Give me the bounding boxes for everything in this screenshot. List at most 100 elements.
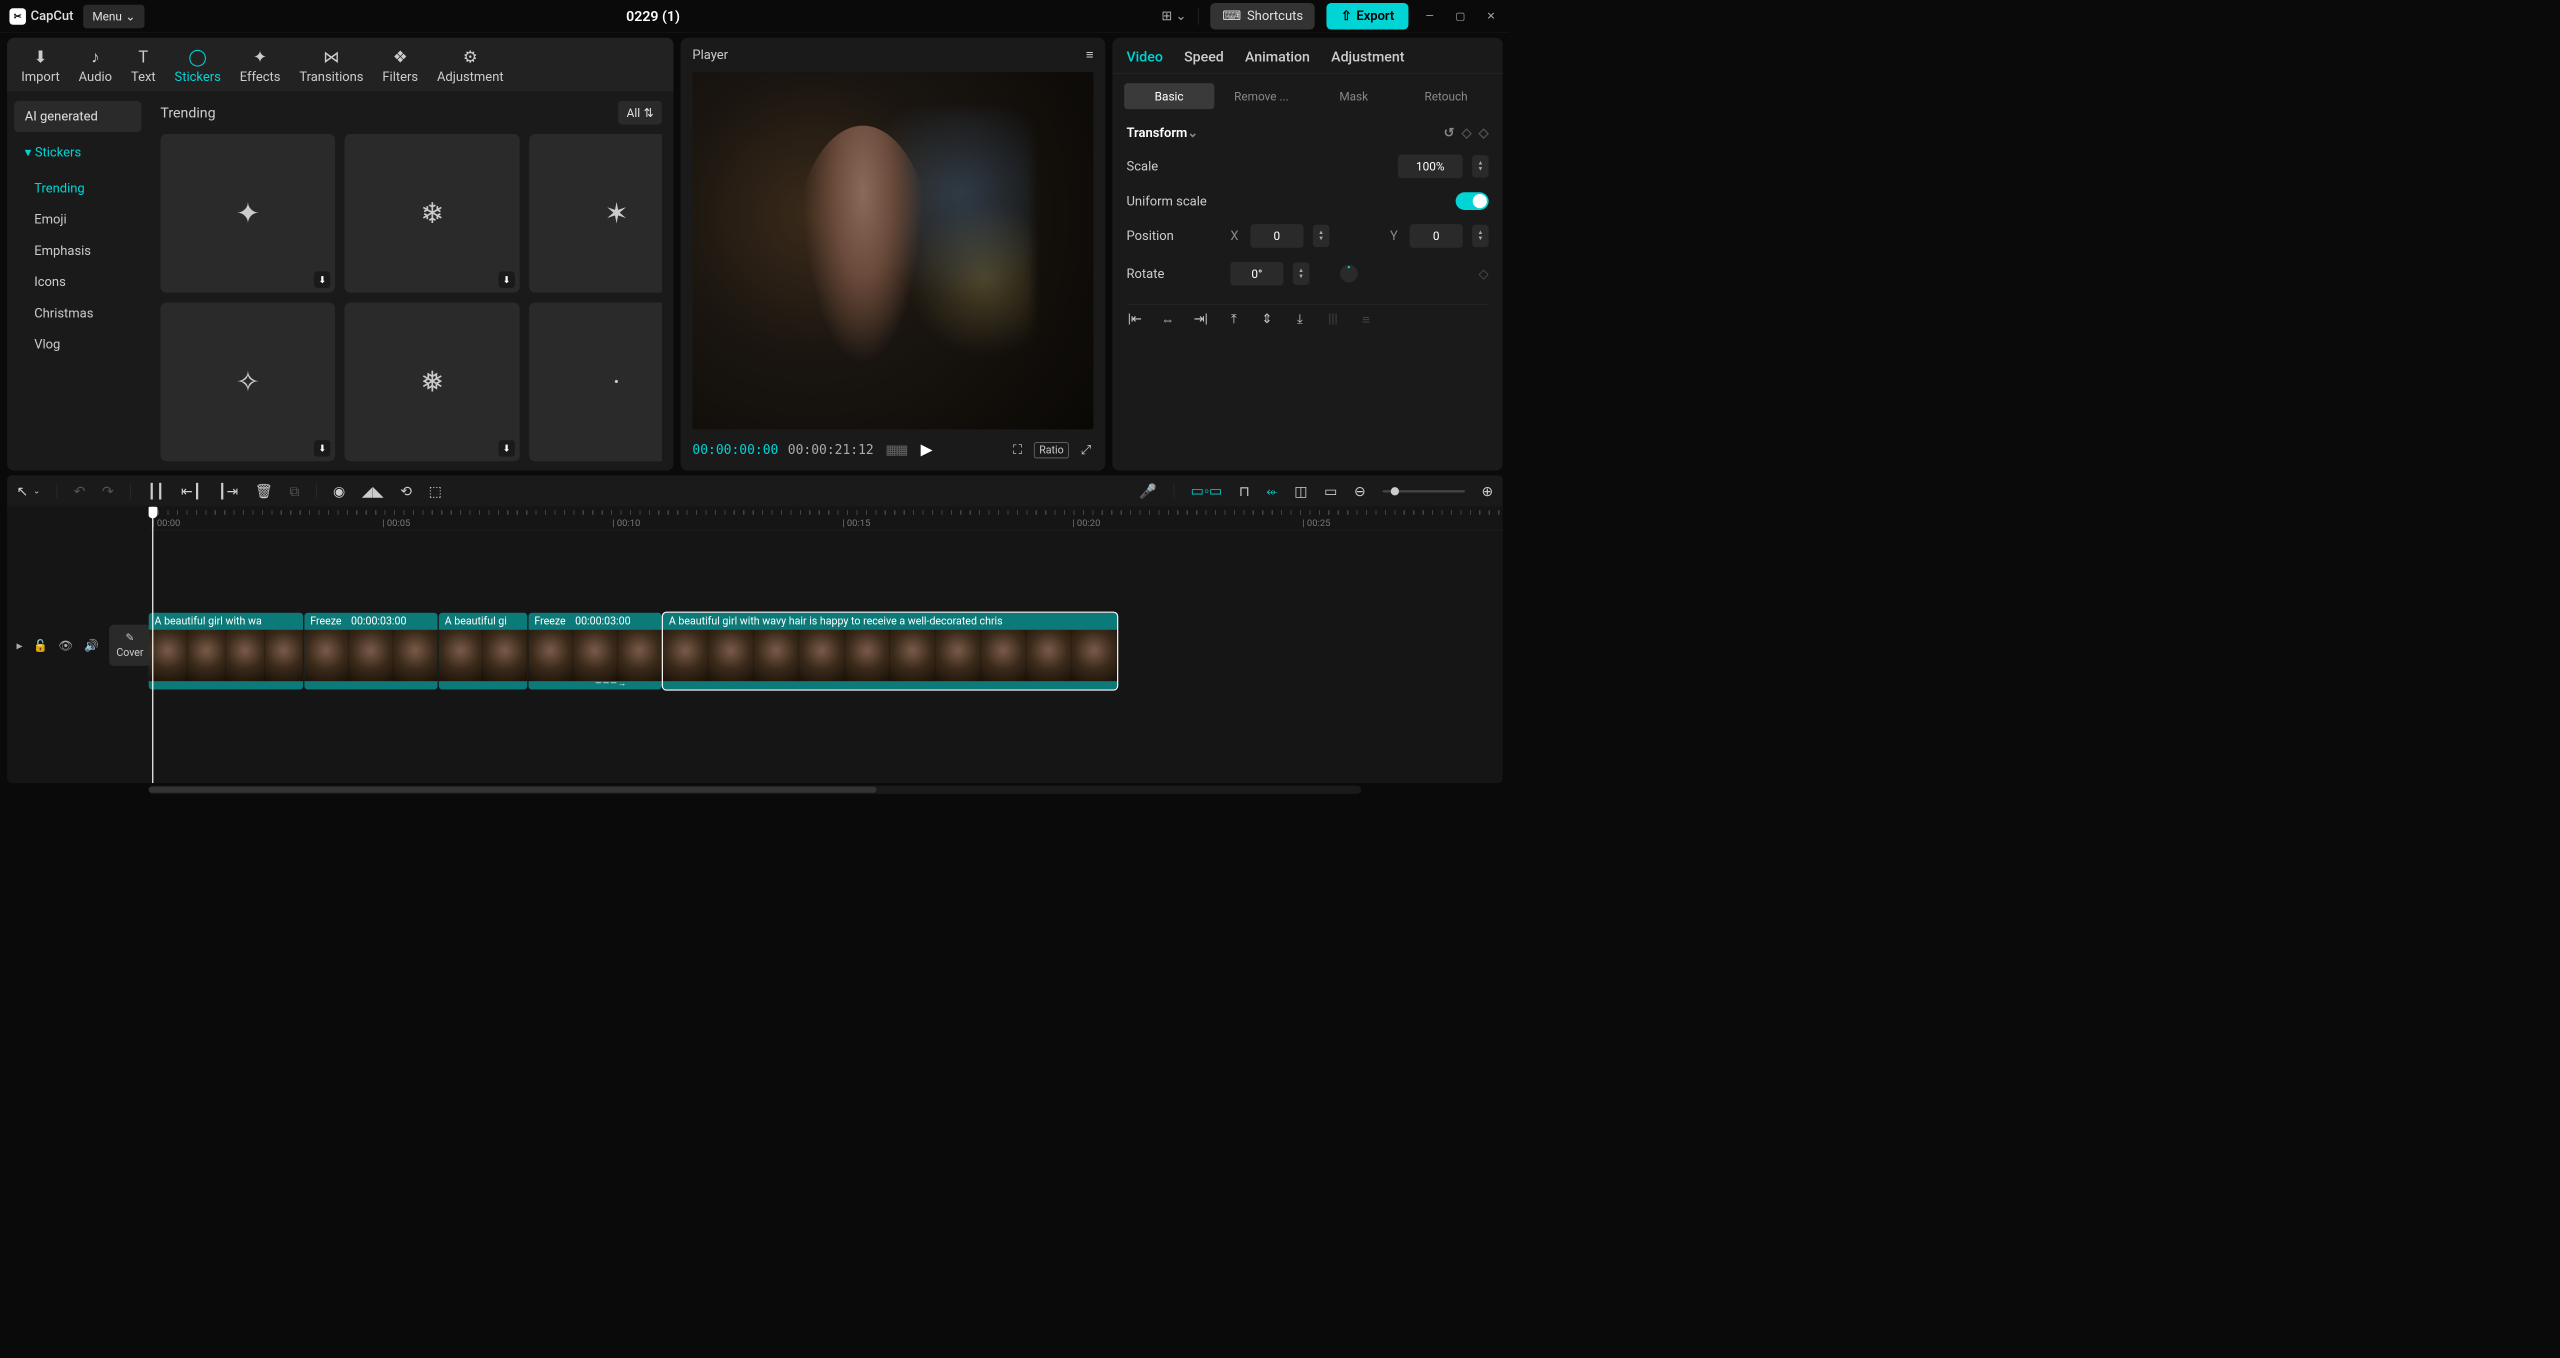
sidebar-item-trending[interactable]: Trending — [14, 173, 141, 204]
magnet-toggle[interactable]: ⊓ — [1239, 483, 1250, 500]
sticker-item[interactable]: ✦⬇ — [160, 134, 335, 293]
copy-tool[interactable]: ⧉ — [289, 483, 299, 500]
marker-tool[interactable]: ▭ — [1324, 483, 1337, 500]
video-track[interactable]: A beautiful girl with wa Freeze00:00:03:0… — [149, 613, 1503, 690]
sidebar-item-emoji[interactable]: Emoji — [14, 204, 141, 235]
sub-tab-mask[interactable]: Mask — [1309, 83, 1399, 109]
keyframe-prev-icon[interactable]: ◇ — [1462, 126, 1472, 141]
align-bottom-icon[interactable]: ⤓ — [1292, 312, 1309, 327]
zoom-in-button[interactable]: ⊕ — [1482, 483, 1494, 500]
rotate-dial[interactable] — [1340, 265, 1358, 283]
cursor-dropdown-icon[interactable]: ⌄ — [33, 486, 40, 495]
download-icon[interactable]: ⬇ — [314, 272, 331, 289]
align-center-v-icon[interactable]: ⇕ — [1259, 312, 1276, 327]
property-tab-adjustment[interactable]: Adjustment — [1331, 48, 1404, 65]
close-button[interactable]: ✕ — [1482, 7, 1501, 26]
timeline-clip[interactable]: A beautiful girl with wa — [149, 613, 304, 690]
player-menu-icon[interactable]: ≡ — [1086, 47, 1094, 62]
tab-adjustment[interactable]: ⚙Adjustment — [437, 47, 504, 84]
undo-button[interactable]: ↶ — [74, 483, 86, 500]
timeline-tracks[interactable]: | 00:00| 00:05| 00:10| 00:15| 00:20| 00:… — [149, 507, 1503, 784]
sidebar-item-emphasis[interactable]: Emphasis — [14, 235, 141, 266]
align-center-h-icon[interactable]: ⇔ — [1160, 312, 1177, 327]
tab-filters[interactable]: ❖Filters — [382, 47, 418, 84]
align-top-icon[interactable]: ⤒ — [1226, 312, 1243, 327]
sidebar-item-christmas[interactable]: Christmas — [14, 298, 141, 329]
sidebar-parent-stickers[interactable]: ▾ Stickers — [14, 137, 141, 168]
position-y-input[interactable] — [1410, 224, 1463, 248]
lock-icon[interactable]: 🔓 — [33, 638, 48, 652]
sticker-item[interactable]: ✶⬇ — [529, 134, 662, 293]
grid-view-icon[interactable]: ▦▦ — [883, 440, 909, 459]
crop-tool[interactable]: ⬚ — [429, 483, 442, 500]
shortcuts-button[interactable]: ⌨ Shortcuts — [1211, 3, 1315, 30]
sticker-item[interactable]: ·⬇ — [529, 302, 662, 461]
sticker-item[interactable]: ❄⬇ — [345, 134, 520, 293]
sticker-item[interactable]: ❅⬇ — [345, 302, 520, 461]
zoom-out-button[interactable]: ⊖ — [1354, 483, 1366, 500]
property-tab-speed[interactable]: Speed — [1184, 48, 1224, 65]
rotate-stepper[interactable]: ▲▼ — [1293, 262, 1310, 284]
preview-toggle[interactable]: ◫ — [1294, 483, 1307, 500]
sub-tab-remove[interactable]: Remove ... — [1216, 83, 1306, 109]
mic-icon[interactable]: 🎤 — [1139, 483, 1157, 500]
download-icon[interactable]: ⬇ — [498, 272, 515, 289]
align-right-icon[interactable]: ⇥| — [1193, 312, 1210, 327]
align-left-icon[interactable]: |⇤ — [1127, 312, 1144, 327]
tab-effects[interactable]: ✦Effects — [240, 47, 281, 84]
transform-header[interactable]: Transform ⌄ ↺ ◇ ◇ — [1127, 126, 1489, 141]
cursor-tool[interactable]: ↖ — [17, 483, 29, 500]
scan-icon[interactable]: ⛶ — [1011, 440, 1025, 459]
mirror-tool[interactable]: ◢◣ — [362, 483, 384, 500]
keyframe-next-icon[interactable]: ◇ — [1479, 126, 1489, 141]
rotate-tool[interactable]: ⟲ — [400, 483, 412, 500]
keyframe-icon[interactable]: ◇ — [1479, 266, 1489, 281]
tab-import[interactable]: ⬇Import — [21, 47, 60, 84]
playhead[interactable] — [152, 507, 153, 784]
scale-input[interactable] — [1398, 155, 1463, 179]
zoom-slider[interactable] — [1382, 490, 1465, 492]
position-x-stepper[interactable]: ▲▼ — [1313, 225, 1330, 247]
link-toggle[interactable]: ⬰ — [1266, 483, 1277, 500]
sticker-item[interactable]: ✧⬇ — [160, 302, 335, 461]
layout-icon[interactable]: ⊞ ⌄ — [1161, 9, 1186, 24]
sub-tab-basic[interactable]: Basic — [1124, 83, 1214, 109]
sub-tab-retouch[interactable]: Retouch — [1401, 83, 1491, 109]
speaker-icon[interactable]: 🔊 — [84, 638, 99, 652]
expand-icon[interactable]: ▸ — [17, 638, 23, 652]
tab-stickers[interactable]: ◯Stickers — [175, 47, 221, 84]
minimize-button[interactable]: — — [1420, 7, 1439, 26]
fullscreen-icon[interactable]: ⤢ — [1078, 440, 1093, 459]
sidebar-item-icons[interactable]: Icons — [14, 267, 141, 298]
download-icon[interactable]: ⬇ — [498, 440, 515, 457]
timeline-ruler[interactable]: | 00:00| 00:05| 00:10| 00:15| 00:20| 00:… — [149, 507, 1503, 531]
menu-button[interactable]: Menu ⌄ — [83, 4, 145, 28]
eye-icon[interactable]: 👁 — [58, 638, 73, 652]
property-tab-video[interactable]: Video — [1127, 48, 1163, 65]
ratio-button[interactable]: Ratio — [1034, 442, 1069, 458]
record-tool[interactable]: ◉ — [333, 483, 345, 500]
trim-right-tool[interactable]: ┃⇥ — [218, 483, 238, 500]
timeline-clip[interactable]: A beautiful gi — [439, 613, 527, 690]
uniform-scale-toggle[interactable] — [1456, 192, 1489, 210]
tab-audio[interactable]: ♪Audio — [79, 47, 112, 84]
play-button[interactable]: ▶ — [918, 439, 935, 461]
property-tab-animation[interactable]: Animation — [1245, 48, 1310, 65]
rotate-input[interactable] — [1230, 262, 1283, 286]
timeline-clip[interactable]: A beautiful girl with wavy hair is happy… — [663, 613, 1117, 690]
split-tool[interactable]: ┃┃ — [147, 483, 164, 500]
download-icon[interactable]: ⬇ — [314, 440, 331, 457]
export-button[interactable]: ⇧ Export — [1327, 3, 1409, 30]
filter-all-button[interactable]: All ⇅ — [618, 101, 661, 125]
position-x-input[interactable] — [1250, 224, 1303, 248]
maximize-button[interactable]: ▢ — [1451, 7, 1470, 26]
timeline-clip[interactable]: Freeze00:00:03:00———→ — [528, 613, 661, 690]
delete-tool[interactable]: 🗑 — [255, 483, 273, 500]
timeline-scrollbar[interactable] — [149, 786, 1362, 794]
redo-button[interactable]: ↷ — [102, 483, 114, 500]
snap-toggle[interactable]: ▭◦▭ — [1191, 482, 1223, 499]
cover-button[interactable]: ✎ Cover — [109, 624, 150, 665]
tab-transitions[interactable]: ⋈Transitions — [299, 47, 363, 84]
ai-generated-button[interactable]: AI generated — [14, 101, 141, 132]
position-y-stepper[interactable]: ▲▼ — [1472, 225, 1489, 247]
